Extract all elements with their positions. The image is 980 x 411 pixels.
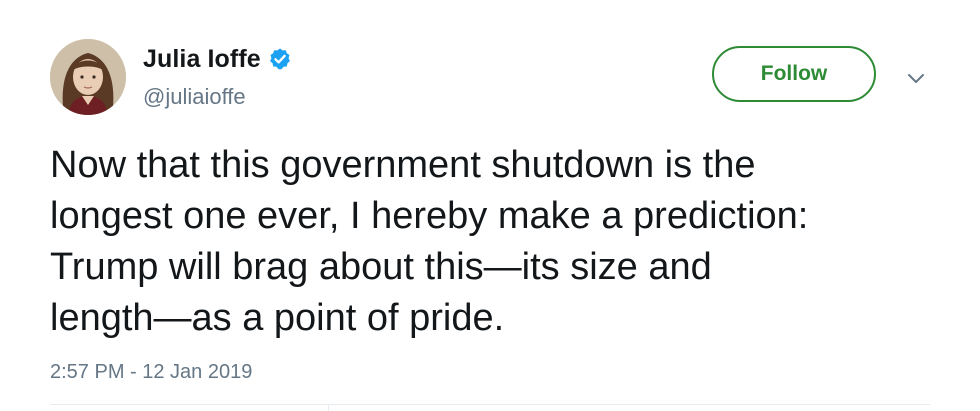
avatar-photo-icon: [50, 39, 126, 115]
divider-tick: [328, 404, 329, 411]
tweet-timestamp[interactable]: 2:57 PM - 12 Jan 2019: [50, 361, 252, 384]
follow-button[interactable]: Follow: [712, 46, 876, 102]
display-name[interactable]: Julia Ioffe: [143, 45, 261, 74]
divider: [50, 404, 930, 405]
tweet-text: Now that this government shutdown is the…: [50, 144, 809, 339]
chevron-down-icon[interactable]: [904, 66, 928, 90]
user-handle[interactable]: @juliaioffe: [143, 84, 246, 110]
tweet-card: Julia Ioffe @juliaioffe Follow Now that …: [0, 0, 980, 411]
name-row: Julia Ioffe: [143, 44, 292, 74]
avatar[interactable]: [50, 39, 126, 115]
verified-badge-icon: [268, 47, 292, 71]
